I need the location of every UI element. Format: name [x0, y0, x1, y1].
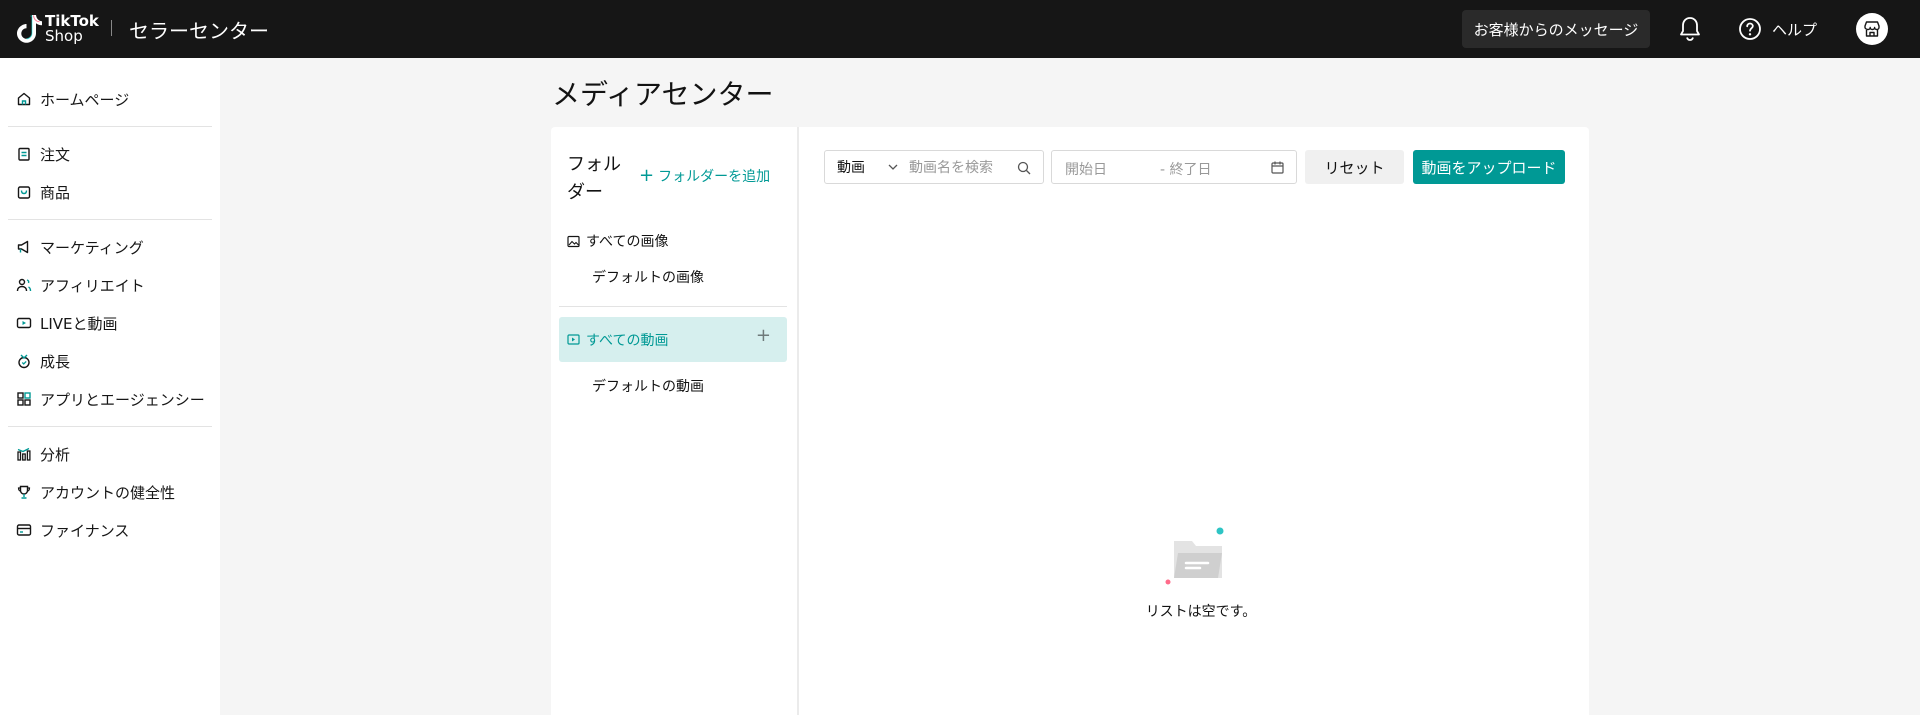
sidebar-item-apps-agency[interactable]: アプリとエージェンシー: [0, 380, 220, 418]
home-icon: [17, 92, 31, 106]
help-label: ヘルプ: [1772, 20, 1818, 39]
sidebar-item-label: アカウントの健全性: [40, 483, 176, 502]
folder-all-images[interactable]: すべての画像: [559, 223, 787, 259]
sidebar-item-label: ファイナンス: [40, 521, 130, 540]
sidebar-item-label: アフィリエイト: [40, 276, 145, 295]
end-date-input[interactable]: - 終了日: [1160, 159, 1212, 179]
sidebar-item-label: 商品: [40, 183, 71, 202]
people-icon: [16, 278, 32, 292]
sidebar-item-marketing[interactable]: マーケティング: [0, 228, 220, 266]
store-icon: [1864, 21, 1880, 37]
help-button[interactable]: ヘルプ: [1738, 17, 1817, 41]
sidebar-divider: [8, 126, 212, 127]
video-icon: [567, 334, 580, 345]
sidebar-divider: [8, 426, 212, 427]
shop-avatar[interactable]: [1856, 13, 1888, 45]
media-type-select[interactable]: 動画: [837, 157, 865, 177]
folder-label: デフォルトの画像: [592, 270, 704, 286]
trophy-icon: [17, 485, 31, 499]
bell-icon[interactable]: [1678, 16, 1702, 42]
chevron-down-icon[interactable]: [887, 161, 899, 173]
chart-icon: [17, 447, 31, 461]
app-title: セラーセンター: [129, 19, 269, 43]
tiktok-logo-icon: [17, 15, 42, 43]
sidebar-item-label: 分析: [40, 445, 71, 464]
sidebar-item-label: 成長: [40, 352, 71, 371]
sidebar-divider: [8, 219, 212, 220]
sidebar-item-analytics[interactable]: 分析: [0, 435, 220, 473]
sidebar-item-growth[interactable]: 成長: [0, 342, 220, 380]
folder-label: デフォルトの動画: [592, 379, 704, 395]
card-icon: [16, 524, 32, 536]
sidebar-item-label: 注文: [40, 145, 71, 164]
sidebar-item-live-video[interactable]: LIVEと動画: [0, 304, 220, 342]
sidebar-item-label: アプリとエージェンシー: [40, 390, 205, 409]
folder-panel: フォルダー + フォルダーを追加 すべての画像 デフォルトの画像 すべての動画 …: [551, 127, 799, 715]
add-folder-label: フォルダーを追加: [658, 169, 771, 185]
media-card: フォルダー + フォルダーを追加 すべての画像 デフォルトの画像 すべての動画 …: [551, 127, 1589, 715]
type-search-box: 動画 動画名を検索: [824, 150, 1044, 184]
sidebar-item-label: マーケティング: [40, 238, 144, 257]
date-range-picker[interactable]: 開始日 - 終了日: [1051, 150, 1297, 184]
sidebar-item-label: LIVEと動画: [40, 314, 118, 333]
folder-label: すべての画像: [586, 234, 669, 250]
image-icon: [567, 235, 580, 247]
tiktok-shop-logo[interactable]: TikTok Shop: [14, 13, 99, 45]
sidebar-item-finance[interactable]: ファイナンス: [0, 511, 220, 549]
folders-title: フォルダー: [567, 154, 621, 203]
question-circle-icon: [1739, 18, 1761, 40]
apps-icon: [17, 392, 31, 406]
logo-text: TikTok Shop: [45, 14, 99, 44]
search-input[interactable]: 動画名を検索: [909, 157, 993, 177]
page-title: メディアセンター: [552, 78, 774, 111]
upload-video-button[interactable]: 動画をアップロード: [1413, 150, 1565, 184]
sidebar-item-account-health[interactable]: アカウントの健全性: [0, 473, 220, 511]
growth-icon: [18, 354, 30, 369]
add-subfolder-icon[interactable]: +: [756, 325, 771, 346]
plus-icon: +: [639, 165, 655, 186]
video-icon: [16, 317, 32, 329]
top-bar: TikTok Shop セラーセンター お客様からのメッセージ ヘルプ: [0, 0, 1920, 58]
empty-folder-illustration: [1165, 527, 1224, 585]
search-icon[interactable]: [1017, 161, 1031, 175]
start-date-input[interactable]: 開始日: [1065, 159, 1107, 179]
add-folder-button[interactable]: + フォルダーを追加: [639, 166, 770, 186]
sidebar-item-orders[interactable]: 注文: [0, 135, 220, 173]
sidebar-item-home[interactable]: ホームページ: [0, 80, 220, 118]
sidebar-item-products[interactable]: 商品: [0, 173, 220, 211]
logo-line-2: Shop: [45, 27, 83, 45]
megaphone-icon: [17, 240, 29, 254]
reset-button[interactable]: リセット: [1305, 150, 1404, 184]
folder-default-videos[interactable]: デフォルトの動画: [559, 368, 787, 404]
calendar-icon: [1271, 161, 1284, 174]
clipboard-icon: [18, 147, 30, 161]
top-divider: [111, 20, 112, 36]
customer-messages-button[interactable]: お客様からのメッセージ: [1462, 10, 1650, 48]
sidebar: ホームページ 注文 商品 マーケティング アフィリエイト LIVEと動画 成長 …: [0, 58, 220, 715]
sidebar-item-label: ホームページ: [40, 90, 130, 109]
sidebar-item-affiliate[interactable]: アフィリエイト: [0, 266, 220, 304]
folder-label: すべての動画: [586, 332, 669, 349]
folder-default-images[interactable]: デフォルトの画像: [559, 259, 787, 295]
folder-all-videos[interactable]: すべての動画 +: [559, 317, 787, 362]
folder-divider: [559, 306, 787, 307]
bag-icon: [17, 186, 31, 199]
empty-state-text: リストは空です。: [1145, 604, 1257, 620]
